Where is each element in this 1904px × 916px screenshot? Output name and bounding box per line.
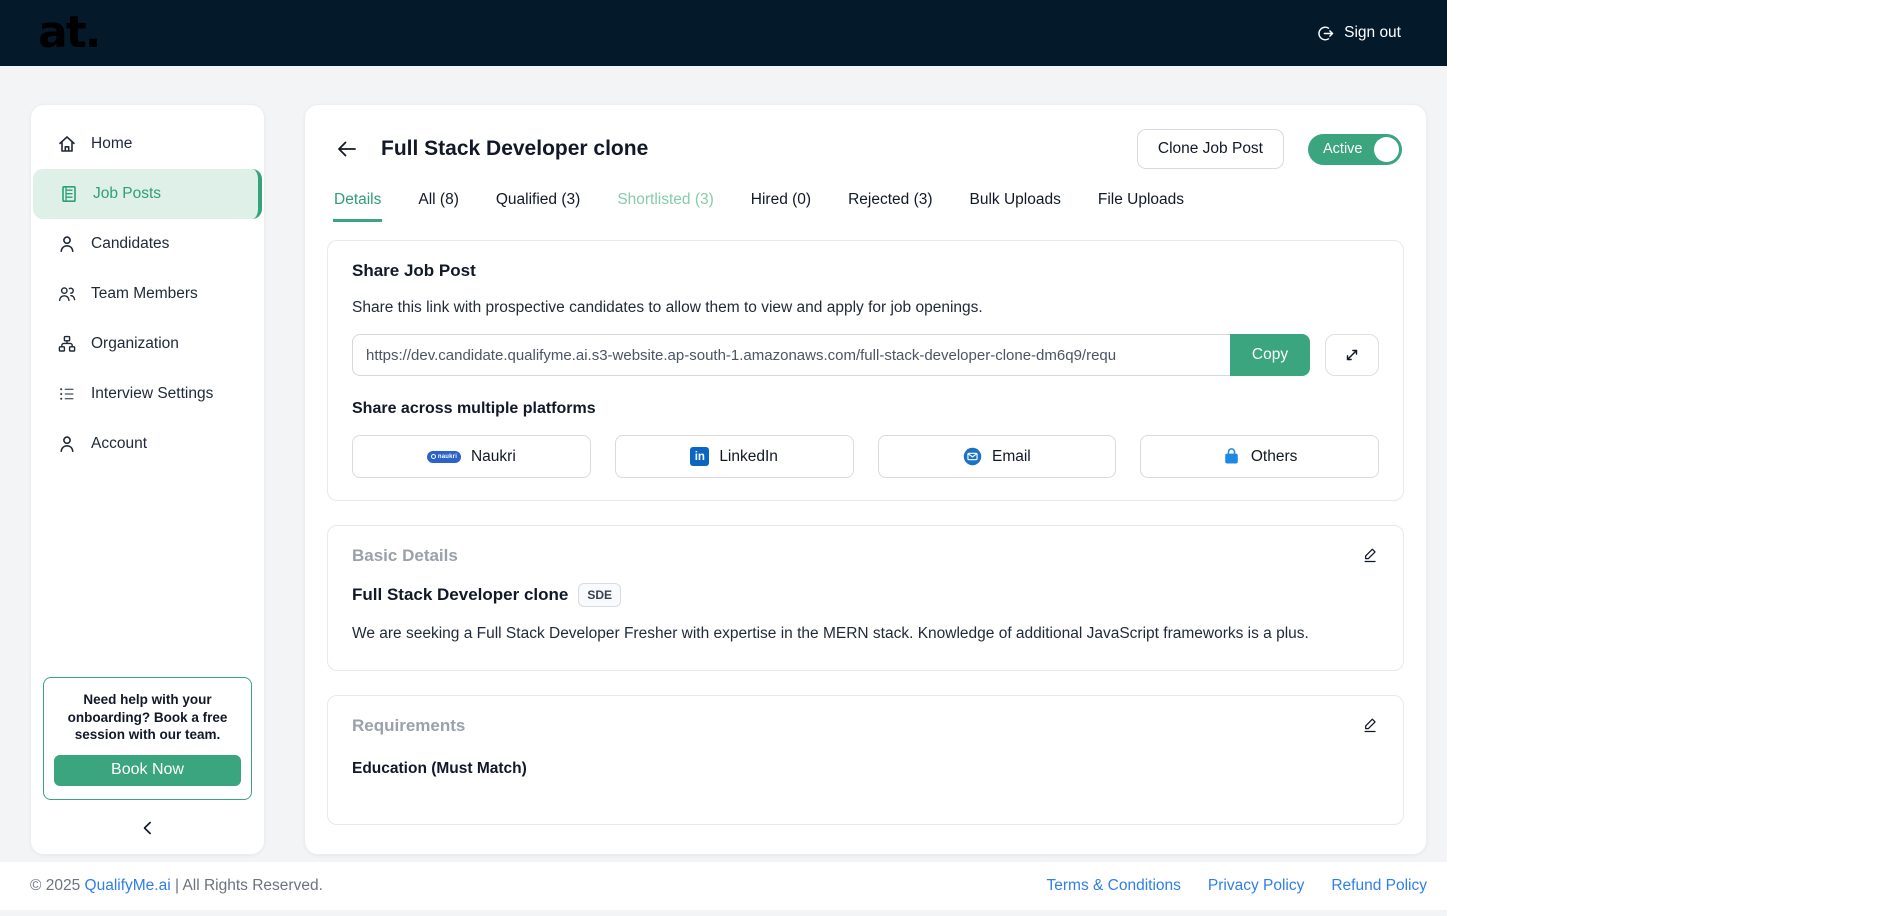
sign-out-button[interactable]: Sign out [1310,23,1407,44]
job-post-detail-card: Full Stack Developer clone Clone Job Pos… [304,104,1427,855]
book-now-button[interactable]: Book Now [54,755,241,786]
account-person-icon [57,434,77,454]
footer: © 2025 QualifyMe.ai | All Rights Reserve… [0,862,1447,910]
sidebar-item-label: Candidates [91,235,170,252]
linkedin-icon: in [690,447,710,466]
sign-out-icon [1316,24,1335,43]
copy-link-button[interactable]: Copy [1230,334,1310,376]
sidebar: Home Job Posts Candidates Team Members O… [30,104,265,855]
sidebar-item-team-members[interactable]: Team Members [31,269,264,319]
sidebar-item-candidates[interactable]: Candidates [31,219,264,269]
copyright-text: © 2025 QualifyMe.ai | All Rights Reserve… [30,877,323,894]
requirements-title: Requirements [352,716,466,736]
chevron-left-icon [138,818,158,838]
sidebar-item-home[interactable]: Home [31,119,264,169]
privacy-policy-link[interactable]: Privacy Policy [1208,877,1304,895]
interview-settings-icon [57,384,77,404]
qualifyme-link[interactable]: QualifyMe.ai [85,877,171,894]
share-description: Share this link with prospective candida… [352,299,983,316]
app-window: at. Sign out Home Job Posts Candidates T… [0,0,1447,916]
sign-out-label: Sign out [1344,24,1401,41]
team-members-icon [57,284,77,304]
role-badge: SDE [578,583,622,607]
email-icon [963,447,982,466]
share-email-button[interactable]: Email [877,435,1117,478]
onboarding-help-text: Need help with your onboarding? Book a f… [67,692,228,743]
refund-policy-link[interactable]: Refund Policy [1331,877,1427,895]
onboarding-help-card: Need help with your onboarding? Book a f… [43,677,252,800]
share-platforms-title: Share across multiple platforms [352,400,596,417]
job-title-row: Full Stack Developer clone SDE [352,583,1379,607]
title-row: Full Stack Developer clone Clone Job Pos… [327,127,1404,169]
edit-basic-details-button[interactable] [1361,546,1379,564]
footer-links: Terms & Conditions Privacy Policy Refund… [1047,877,1428,895]
expand-link-button[interactable] [1325,334,1379,376]
sidebar-item-label: Account [91,435,148,452]
requirements-section-education: Education (Must Match) [352,760,527,778]
active-toggle[interactable]: Active [1308,133,1402,165]
sidebar-item-label: Organization [91,335,179,352]
requirements-card: Requirements Education (Must Match) [327,695,1404,826]
terms-conditions-link[interactable]: Terms & Conditions [1047,877,1181,895]
others-bag-icon [1222,447,1241,466]
requirements-head: Requirements [352,716,1379,736]
job-description: We are seeking a Full Stack Developer Fr… [352,625,1309,642]
expand-icon [1343,346,1361,364]
active-toggle-label: Active [1323,141,1363,157]
platform-label: Others [1250,447,1298,465]
job-link-input[interactable] [352,334,1230,376]
sidebar-item-organization[interactable]: Organization [31,319,264,369]
sidebar-item-account[interactable]: Account [31,419,264,469]
candidate-person-icon [57,234,77,254]
sidebar-item-label: Job Posts [93,185,162,202]
home-icon [57,134,77,154]
share-others-button[interactable]: Others [1140,435,1379,478]
share-job-post-title: Share Job Post [352,261,476,280]
tab-details[interactable]: Details [333,191,383,222]
sidebar-item-label: Home [91,135,133,152]
edit-requirements-button[interactable] [1361,716,1379,734]
clone-job-post-button[interactable]: Clone Job Post [1136,129,1284,169]
job-posts-icon [59,184,79,204]
share-naukri-button[interactable]: naukri Naukri [352,435,591,478]
sidebar-item-label: Interview Settings [91,385,214,402]
basic-details-card: Basic Details Full Stack Developer clone… [327,525,1404,672]
naukri-icon: naukri [426,450,461,463]
toggle-knob [1374,136,1399,162]
sidebar-item-label: Team Members [91,285,198,302]
share-linkedin-button[interactable]: in LinkedIn [614,435,854,478]
edit-pencil-icon [1361,716,1379,734]
page-title: Full Stack Developer clone [381,137,649,160]
tab-bulk-uploads[interactable]: Bulk Uploads [969,191,1062,222]
sidebar-item-job-posts[interactable]: Job Posts [33,169,262,219]
tab-all[interactable]: All (8) [417,191,459,222]
tab-file-uploads[interactable]: File Uploads [1097,191,1185,222]
job-title: Full Stack Developer clone [352,585,569,604]
top-bar: at. Sign out [0,0,1447,66]
title-actions: Clone Job Post Active [1136,129,1402,169]
share-platform-buttons: naukri Naukri in LinkedIn Email Others [352,435,1379,478]
sidebar-collapse-button[interactable] [138,818,158,838]
arrow-left-icon [335,137,359,161]
job-post-tabs: Details All (8) Qualified (3) Shortliste… [333,191,1404,222]
basic-details-title: Basic Details [352,546,458,565]
tab-rejected[interactable]: Rejected (3) [847,191,933,222]
tab-qualified[interactable]: Qualified (3) [495,191,581,222]
edit-pencil-icon [1361,546,1379,564]
brand-logo[interactable]: at. [38,11,101,55]
share-link-row: Copy [352,334,1379,376]
back-button[interactable] [335,137,359,161]
basic-details-head: Basic Details [352,546,1379,566]
tab-shortlisted[interactable]: Shortlisted (3) [616,191,714,222]
tab-hired[interactable]: Hired (0) [750,191,812,222]
sidebar-item-interview-settings[interactable]: Interview Settings [31,369,264,419]
share-job-post-card: Share Job Post Share this link with pros… [327,240,1404,501]
content-area: Home Job Posts Candidates Team Members O… [0,66,1447,862]
platform-label: LinkedIn [719,447,778,465]
organization-icon [57,334,77,354]
platform-label: Naukri [470,447,516,465]
platform-label: Email [991,447,1031,465]
